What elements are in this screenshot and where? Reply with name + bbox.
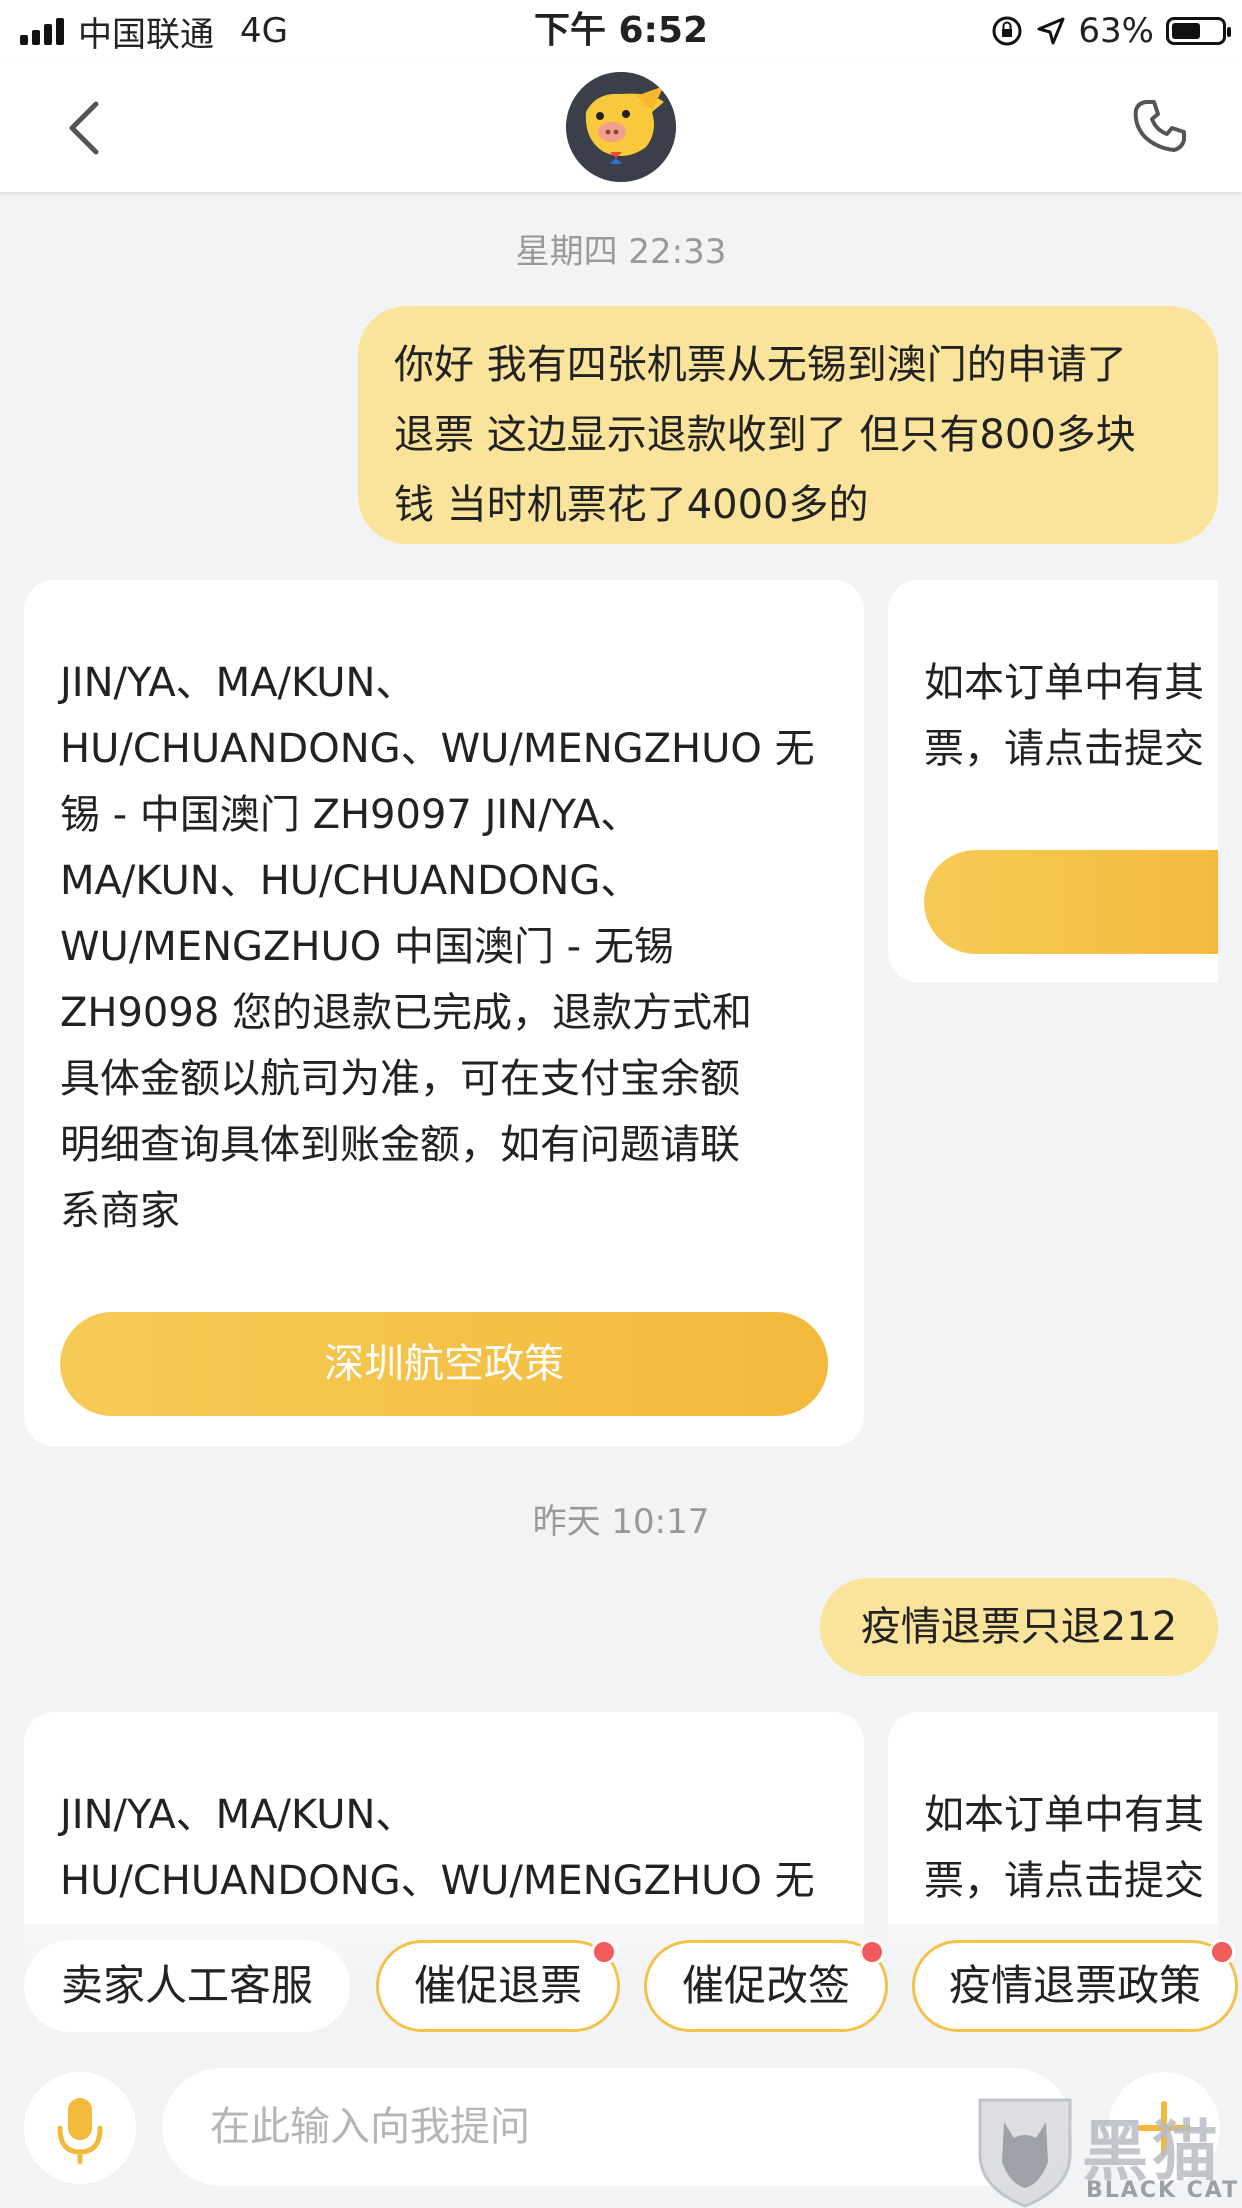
side-card-2-line-2: 票，请点击提交 bbox=[924, 1858, 1204, 1904]
card-1-line: HU/CHUANDONG、WU/MENGZHUO 无 bbox=[60, 726, 815, 772]
card-1-line: 系商家 bbox=[60, 1188, 180, 1234]
seller-service-label: 卖家人工客服 bbox=[60, 1961, 313, 2010]
nav-bar bbox=[0, 62, 1242, 192]
card-1-line: 具体金额以航司为准，可在支付宝余额 bbox=[60, 1056, 740, 1102]
card-2-line-1: JIN/YA、MA/KUN、 bbox=[60, 1792, 416, 1838]
card-1-line: MA/KUN、HU/CHUANDONG、 bbox=[60, 858, 641, 904]
card-2-text: JIN/YA、MA/KUN、 HU/CHUANDONG、WU/MENGZHUO … bbox=[60, 1782, 850, 1914]
card-1-line: WU/MENGZHUO 中国澳门 - 无锡 bbox=[60, 924, 674, 970]
side-card-2-line-1: 如本订单中有其 bbox=[924, 1792, 1204, 1838]
notification-badge bbox=[591, 1939, 617, 1965]
status-bar: 中国联通 4G 下午 6:52 63% bbox=[0, 0, 1242, 62]
card-1-line: ZH9098 您的退款已完成，退款方式和 bbox=[60, 990, 752, 1036]
location-arrow-icon bbox=[1037, 17, 1065, 45]
card-2-line-2: HU/CHUANDONG、WU/MENGZHUO 无 bbox=[60, 1858, 815, 1904]
user-message-1[interactable]: 你好 我有四张机票从无锡到澳门的申请了 退票 这边显示退款收到了 但只有800多… bbox=[358, 306, 1218, 544]
epidemic-refund-policy-button[interactable]: 疫情退票政策 bbox=[912, 1939, 1238, 2032]
urge-change-button[interactable]: 催促改签 bbox=[644, 1939, 888, 2032]
rotation-lock-icon bbox=[992, 16, 1022, 46]
notification-badge bbox=[859, 1939, 885, 1965]
side-card-1-button[interactable] bbox=[924, 850, 1218, 954]
status-right: 63% bbox=[990, 6, 1231, 56]
card-1-line: JIN/YA、MA/KUN、 bbox=[60, 660, 416, 706]
chevron-left-icon[interactable] bbox=[60, 98, 110, 158]
urge-refund-button[interactable]: 催促退票 bbox=[376, 1939, 620, 2032]
notification-badge bbox=[1209, 1939, 1235, 1965]
side-card-1-text: 如本订单中有其 票，请点击提交 bbox=[924, 650, 1204, 782]
microphone-icon[interactable] bbox=[24, 2072, 136, 2184]
black-cat-watermark: 黑猫 BLACK CAT bbox=[970, 2092, 1242, 2208]
urge-refund-label: 催促退票 bbox=[413, 1961, 582, 2010]
refund-info-card-1: JIN/YA、MA/KUN、 HU/CHUANDONG、WU/MENGZHUO … bbox=[24, 580, 864, 1446]
battery-percent: 63% bbox=[1078, 11, 1154, 51]
watermark-en: BLACK CAT bbox=[1086, 2178, 1240, 2203]
phone-icon[interactable] bbox=[1130, 96, 1190, 156]
timestamp-1: 星期四 22:33 bbox=[515, 232, 727, 272]
user-message-1-line-1: 你好 我有四张机票从无锡到澳门的申请了 bbox=[394, 342, 1127, 388]
timestamp-2: 昨天 10:17 bbox=[532, 1502, 710, 1542]
refund-info-text: JIN/YA、MA/KUN、 HU/CHUANDONG、WU/MENGZHUO … bbox=[60, 650, 850, 1244]
battery-icon bbox=[1166, 17, 1231, 45]
pig-mascot-avatar[interactable] bbox=[566, 72, 676, 182]
user-message-2[interactable]: 疫情退票只退212 bbox=[820, 1578, 1218, 1676]
card-1-line: 锡 - 中国澳门 ZH9097 JIN/YA、 bbox=[60, 792, 641, 838]
epidemic-refund-policy-label: 疫情退票政策 bbox=[948, 1961, 1201, 2010]
side-card-2-text: 如本订单中有其 票，请点击提交 bbox=[924, 1782, 1204, 1914]
cat-shield-icon bbox=[978, 2098, 1072, 2208]
card-1-line: 明细查询具体到账金额，如有问题请联 bbox=[60, 1122, 740, 1168]
quick-actions: 卖家人工客服 催促退票 催促改签 疫情退票政策 bbox=[0, 1934, 1242, 2034]
seller-service-button[interactable]: 卖家人工客服 bbox=[24, 1940, 350, 2032]
side-card-1-line-1: 如本订单中有其 bbox=[924, 660, 1204, 706]
side-card-1[interactable]: 如本订单中有其 票，请点击提交 bbox=[888, 580, 1218, 982]
user-message-1-line-3: 钱 当时机票花了4000多的 bbox=[394, 482, 869, 528]
airline-policy-button[interactable]: 深圳航空政策 bbox=[60, 1312, 828, 1416]
user-message-1-line-2: 退票 这边显示退款收到了 但只有800多块 bbox=[394, 412, 1136, 458]
side-card-1-line-2: 票，请点击提交 bbox=[924, 726, 1204, 772]
question-input[interactable]: 在此输入向我提问 bbox=[162, 2068, 1072, 2186]
urge-change-label: 催促改签 bbox=[681, 1961, 850, 2010]
